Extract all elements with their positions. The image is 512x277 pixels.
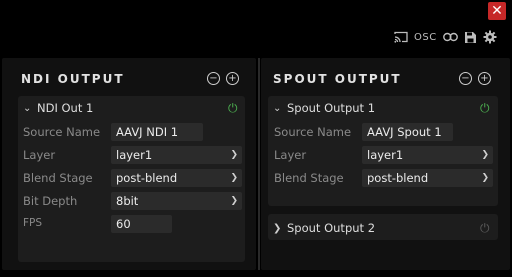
osc-button[interactable]: OSC	[414, 32, 437, 43]
chevron-down-icon: ❯	[481, 150, 489, 160]
ndi-bit-depth-value: 8bit	[116, 194, 139, 208]
ndi-layer-select[interactable]: layer1 ❯	[111, 146, 242, 164]
ndi-add-output-button[interactable]: +	[226, 72, 239, 85]
spout-source-name-label: Source Name	[274, 125, 352, 139]
cast-icon[interactable]	[394, 31, 408, 43]
ndi-fps-input[interactable]: 60	[111, 215, 172, 233]
link-icon[interactable]	[442, 32, 458, 42]
chevron-down-icon: ❯	[481, 173, 489, 183]
ndi-blend-stage-select[interactable]: post-blend ❯	[111, 169, 242, 187]
blend-stage-label: Blend Stage	[23, 171, 93, 185]
ndi-blend-stage-value: post-blend	[116, 171, 178, 185]
ndi-out-1-header[interactable]: ⌄ NDI Out 1	[23, 101, 93, 115]
spout-output-title: SPOUT OUTPUT	[273, 72, 402, 86]
spout-layer-select[interactable]: layer1 ❯	[362, 146, 493, 164]
spout-blend-stage-value: post-blend	[367, 171, 429, 185]
spout-source-name-input[interactable]: AAVJ Spout 1	[362, 123, 453, 141]
toolbar: OSC	[394, 28, 497, 46]
chevron-right-icon[interactable]: ❯	[273, 223, 287, 234]
spout-output-2-name: Spout Output 2	[287, 221, 376, 235]
ndi-bit-depth-select[interactable]: 8bit ❯	[111, 192, 242, 210]
chevron-down-icon: ❯	[230, 150, 238, 160]
spout-output-2-power-icon[interactable]: ⏻	[480, 221, 490, 236]
spout-layer-label: Layer	[274, 148, 307, 162]
spout-output-2-header[interactable]: ❯ Spout Output 2	[273, 221, 375, 235]
ndi-out-1-power-icon[interactable]: ⏻	[228, 101, 238, 116]
fps-label: FPS	[23, 217, 43, 229]
spout-add-output-button[interactable]: +	[478, 72, 491, 85]
spout-output-1-header[interactable]: ⌄ Spout Output 1	[273, 101, 375, 115]
panel-divider[interactable]	[258, 58, 260, 270]
spout-blend-stage-select[interactable]: post-blend ❯	[362, 169, 493, 187]
ndi-output-title: NDI OUTPUT	[21, 72, 125, 86]
bit-depth-label: Bit Depth	[23, 194, 78, 208]
ndi-layer-value: layer1	[116, 148, 153, 162]
gear-icon[interactable]	[483, 30, 497, 44]
ndi-source-name-input[interactable]: AAVJ NDI 1	[111, 123, 203, 141]
spout-layer-value: layer1	[367, 148, 404, 162]
source-name-label: Source Name	[23, 125, 101, 139]
chevron-down-icon[interactable]: ⌄	[273, 103, 287, 114]
ndi-out-1-name: NDI Out 1	[37, 101, 94, 115]
chevron-down-icon: ❯	[230, 173, 238, 183]
spout-remove-output-button[interactable]: −	[459, 72, 472, 85]
ndi-remove-output-button[interactable]: −	[207, 72, 220, 85]
layer-label: Layer	[23, 148, 56, 162]
spout-output-1-power-icon[interactable]: ⏻	[480, 101, 490, 116]
spout-blend-stage-label: Blend Stage	[274, 171, 344, 185]
save-icon[interactable]	[464, 31, 477, 44]
chevron-down-icon[interactable]: ⌄	[23, 103, 37, 114]
close-button[interactable]: ✕	[488, 2, 506, 20]
spout-output-1-name: Spout Output 1	[287, 101, 376, 115]
chevron-down-icon: ❯	[230, 196, 238, 206]
